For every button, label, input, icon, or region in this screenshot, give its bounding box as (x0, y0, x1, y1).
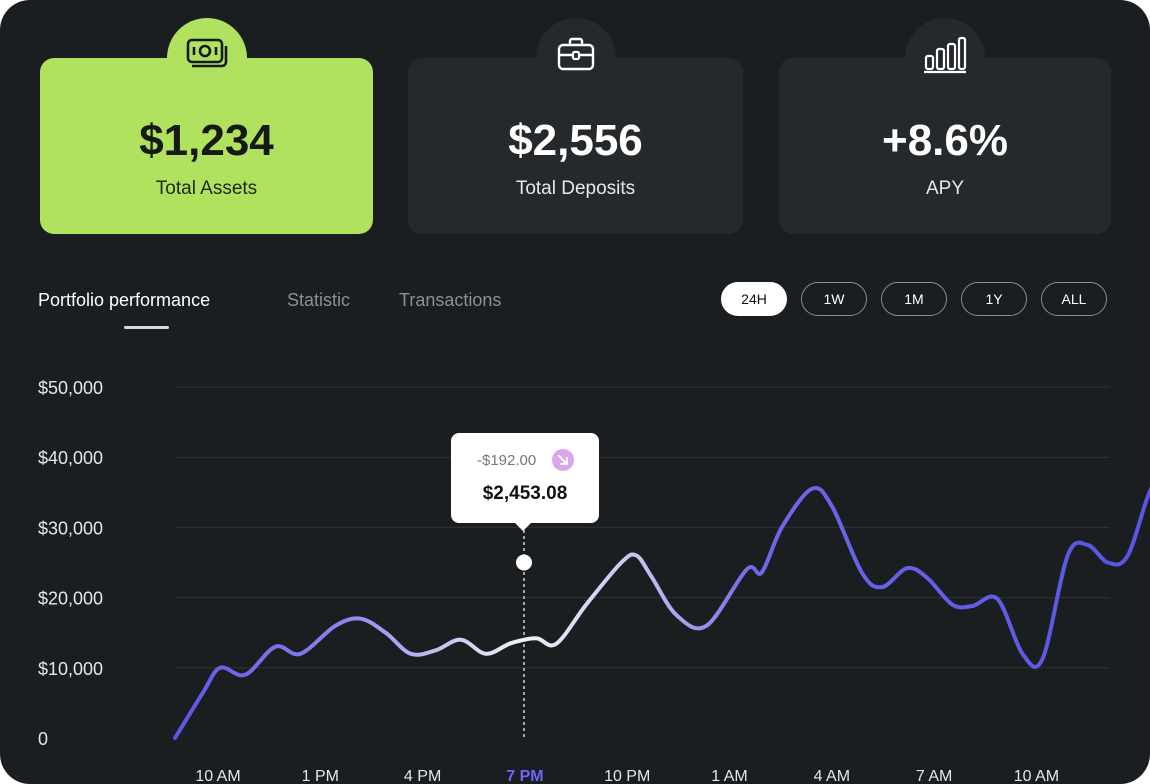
tooltip-value: $2,453.08 (482, 483, 568, 504)
y-tick-label: 0 (38, 729, 48, 749)
arrow-down-right-icon (552, 449, 574, 471)
x-tick-label: 1 AM (711, 768, 747, 784)
y-tick-label: $30,000 (38, 518, 103, 538)
series-line (173, 485, 1150, 740)
y-tick-label: $50,000 (38, 378, 103, 398)
chart-tooltip: -$192.00 $2,453.08 (451, 433, 599, 531)
y-tick-label: $10,000 (38, 659, 103, 679)
x-tick-label: 4 AM (814, 768, 850, 784)
x-tick-label: 4 PM (404, 768, 441, 784)
portfolio-chart[interactable]: $50,000 $40,000 $30,000 $20,000 $10,000 0 10 … (0, 0, 1150, 784)
x-tick-label: 10 AM (1014, 768, 1059, 784)
y-tick-label: $20,000 (38, 589, 103, 609)
x-tick-label: 10 PM (604, 768, 650, 784)
x-tick-label: 10 AM (195, 768, 240, 784)
x-tick-label: 7 AM (916, 768, 952, 784)
x-tick-label: 1 PM (302, 768, 339, 784)
hover-point[interactable] (516, 554, 532, 571)
dashboard-panel: $1,234 Total Assets $2,556 Total Deposit… (0, 0, 1150, 784)
x-tick-label: 7 PM (506, 768, 543, 784)
y-tick-label: $40,000 (38, 448, 103, 468)
tooltip-change: -$192.00 (477, 452, 537, 469)
